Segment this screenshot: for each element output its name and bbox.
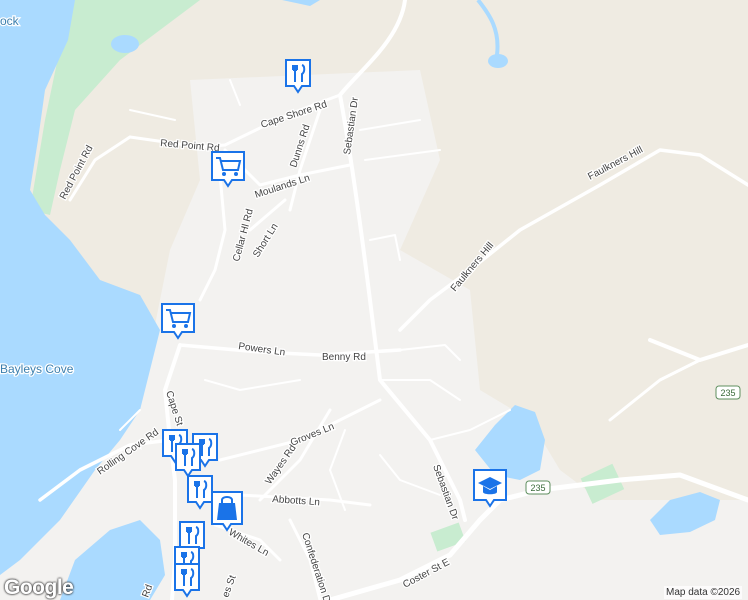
school-marker[interactable]: [472, 468, 508, 510]
shopping-cart-icon: [161, 303, 195, 340]
route-shield-label: 235: [720, 388, 735, 398]
pond-water: [111, 35, 139, 53]
map-canvas: 235 235 ock Bayleys Cove Cape Shore Rd R…: [0, 0, 748, 600]
shopping-cart-icon: [211, 151, 245, 188]
google-logo: Google: [4, 576, 74, 599]
grocery-marker[interactable]: [160, 302, 195, 340]
map-attribution[interactable]: Map data ©2026: [664, 586, 743, 599]
place-label-bayleys-cove: Bayleys Cove: [0, 362, 74, 376]
fork-knife-icon: [174, 563, 200, 598]
shopping-marker[interactable]: [210, 490, 243, 532]
grocery-marker[interactable]: [210, 150, 245, 188]
shopping-bag-icon: [211, 491, 243, 532]
restaurant-marker[interactable]: [172, 562, 202, 600]
road-label-benny-rd: Benny Rd: [322, 352, 366, 363]
graduation-cap-icon: [473, 469, 507, 508]
map-view[interactable]: 235 235 ock Bayleys Cove Cape Shore Rd R…: [0, 0, 748, 600]
pond-water: [488, 54, 508, 68]
route-shield: 235: [715, 385, 741, 400]
place-label-rock: ock: [0, 14, 20, 28]
route-shield: 235: [525, 480, 551, 495]
fork-knife-icon: [285, 59, 311, 94]
route-shield-label: 235: [530, 483, 545, 493]
restaurant-marker[interactable]: [283, 58, 313, 96]
